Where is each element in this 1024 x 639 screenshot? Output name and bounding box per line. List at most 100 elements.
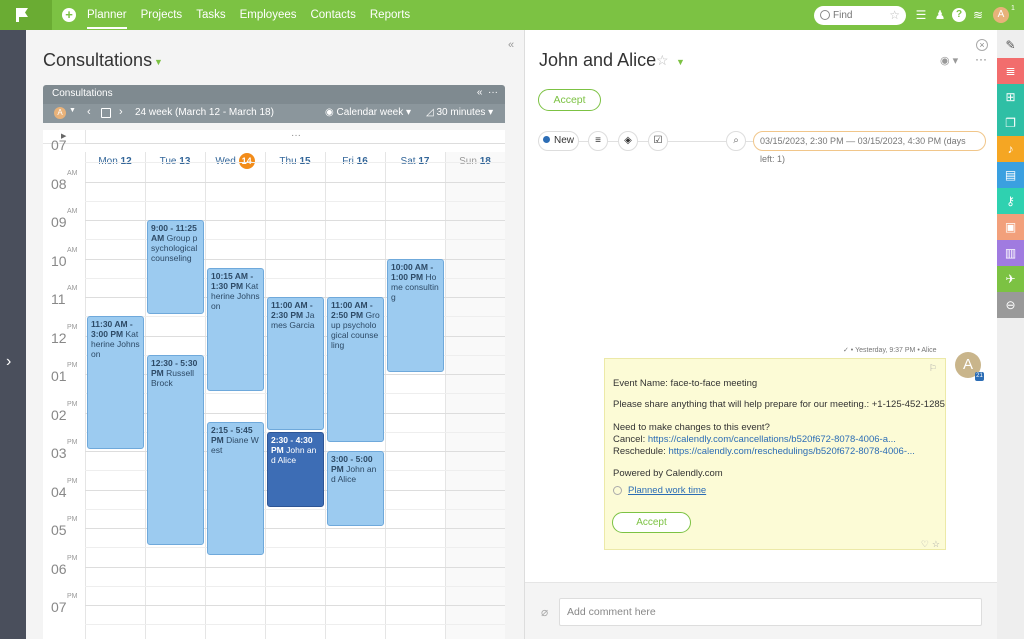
chevron-down-icon[interactable]: ▼ xyxy=(69,107,76,114)
calendar-event[interactable]: 9:00 - 11:25 AM Group psychological coun… xyxy=(147,220,204,315)
calendar-event[interactable]: 10:00 AM - 1:00 PM Home consulting xyxy=(387,258,444,372)
status-bar: New ≡ ◈ ☑ ⌕ 03/15/2023, 2:30 PM — 03/15/… xyxy=(538,131,986,164)
list-icon[interactable]: ≣ xyxy=(997,58,1024,84)
calendar-event[interactable]: 10:15 AM - 1:30 PM Katherine Johnson xyxy=(207,268,264,392)
collapse-panel-icon[interactable]: « xyxy=(508,39,514,51)
chevron-down-icon[interactable]: ▼ xyxy=(154,57,163,67)
hour-label: 03 xyxy=(51,445,67,461)
app-logo[interactable] xyxy=(0,0,52,30)
calendar-grid: ▶ ··· Mon 12Tue 13Wed 14Thu 15Fri 16Sat … xyxy=(43,130,505,639)
day-header[interactable]: Thu 15 xyxy=(265,153,325,175)
planned-work-time-link[interactable]: Planned work time xyxy=(628,485,706,496)
calendar-event[interactable]: 3:00 - 5:00 PM John and Alice xyxy=(327,451,384,526)
comment-changes: Need to make changes to this event? xyxy=(613,422,770,433)
calendar-event[interactable]: 11:00 AM - 2:30 PM James Garcia xyxy=(267,297,324,430)
more-icon[interactable]: ··· xyxy=(975,52,987,66)
hour-label: 02 xyxy=(51,406,67,423)
cancel-link[interactable]: https://calendly.com/cancellations/b520f… xyxy=(648,434,896,445)
find-input[interactable] xyxy=(833,8,885,23)
calendar-header-actions[interactable]: « ··· xyxy=(477,87,498,98)
calendar-event[interactable]: 11:00 AM - 2:50 PM Group psychological c… xyxy=(327,297,384,443)
favorite-star-icon[interactable]: ☆ xyxy=(889,8,900,22)
close-icon[interactable]: × xyxy=(976,39,988,51)
audio-icon[interactable]: ◈ xyxy=(618,131,638,151)
day-header[interactable]: Sun 18 xyxy=(445,153,505,175)
layers-icon[interactable]: ≋ xyxy=(971,8,985,22)
search-icon[interactable]: ⌕ xyxy=(726,131,746,151)
calendar-event[interactable]: 2:30 - 4:30 PM John and Alice xyxy=(267,431,324,507)
ampm-label: PM xyxy=(67,323,78,331)
divider xyxy=(85,130,86,144)
day-header[interactable]: Sat 17 xyxy=(385,153,445,175)
reschedule-link[interactable]: https://calendly.com/reschedulings/b520f… xyxy=(668,446,914,457)
calendar-event[interactable]: 11:30 AM - 3:00 PM Katherine Johnson xyxy=(87,316,144,449)
clipboard-icon[interactable]: ▤ xyxy=(997,162,1024,188)
minus-circle-icon[interactable]: ⊖ xyxy=(997,292,1024,318)
half-hour-line xyxy=(85,547,505,549)
step-label: 30 minutes xyxy=(436,107,486,118)
nav-contacts[interactable]: Contacts xyxy=(303,0,362,30)
status-pill[interactable]: New xyxy=(538,131,579,151)
flag-icon[interactable]: ⚐ xyxy=(929,363,937,374)
files-icon[interactable]: ❐ xyxy=(997,110,1024,136)
key-icon[interactable]: ⚷ xyxy=(997,188,1024,214)
calendar-allday-row: ▶ ··· xyxy=(43,130,505,144)
day-header[interactable]: Wed 14 xyxy=(205,153,265,175)
comment-powered: Powered by Calendly.com xyxy=(613,468,723,479)
hour-label: 07 xyxy=(51,599,67,615)
calendar-icon[interactable] xyxy=(101,108,111,118)
date-range[interactable]: 03/15/2023, 2:30 PM — 03/15/2023, 4:30 P… xyxy=(753,131,986,164)
nav-reports[interactable]: Reports xyxy=(363,0,417,30)
edit-icon[interactable]: ✎ xyxy=(997,32,1024,58)
chart-icon[interactable]: ▥ xyxy=(997,240,1024,266)
top-bar: + Planner Projects Tasks Employees Conta… xyxy=(0,0,1024,30)
nav-projects[interactable]: Projects xyxy=(134,0,190,30)
status-dot-icon xyxy=(542,136,550,143)
more-dots[interactable]: ··· xyxy=(291,130,301,141)
chevron-down-icon[interactable]: ▼ xyxy=(676,57,685,67)
bell-icon[interactable]: ♪ xyxy=(997,136,1024,162)
calendar-title: Consultations xyxy=(52,88,113,99)
hour-line xyxy=(85,605,505,606)
send-icon[interactable]: ✈ xyxy=(997,266,1024,292)
next-week-icon[interactable]: › xyxy=(119,106,123,118)
help-icon[interactable]: ? xyxy=(952,8,966,22)
step-selector[interactable]: ◿ 30 minutes ▾ xyxy=(426,107,493,118)
comment-input[interactable] xyxy=(559,598,982,626)
accept-button[interactable]: Accept xyxy=(538,89,601,111)
day-number: 14 xyxy=(238,153,255,169)
description-icon[interactable]: ≡ xyxy=(588,131,608,151)
calendar-event[interactable]: 2:15 - 5:45 PM Diane West xyxy=(207,422,264,555)
star-icon[interactable]: ☆ xyxy=(932,539,940,550)
sitemap-icon[interactable]: ⊞ xyxy=(997,84,1024,110)
add-icon[interactable]: + xyxy=(62,8,76,22)
ampm-label: AM xyxy=(67,285,78,292)
checklist-icon[interactable]: ☑ xyxy=(648,131,668,151)
half-hour-line xyxy=(85,585,505,587)
menu-icon[interactable]: ☰ xyxy=(914,8,928,22)
eye-icon[interactable]: ◉ ▾ xyxy=(940,54,958,67)
attach-icon[interactable]: ⌀ xyxy=(541,605,548,619)
ampm-label: AM xyxy=(67,169,78,177)
pin-icon[interactable]: ♟ xyxy=(933,8,947,22)
star-icon[interactable]: ☆ xyxy=(656,52,669,69)
calendar-event[interactable]: 12:30 - 5:30 PM Russell Brock xyxy=(147,354,204,546)
nav-employees[interactable]: Employees xyxy=(233,0,304,30)
left-collapse-strip[interactable]: › xyxy=(0,30,26,639)
prev-week-icon[interactable]: ‹ xyxy=(87,106,91,118)
nav-planner[interactable]: Planner xyxy=(80,0,134,30)
user-avatar[interactable]: A xyxy=(993,7,1009,23)
view-selector[interactable]: ◉ Calendar week ▾ xyxy=(325,107,411,118)
page-title[interactable]: Consultations xyxy=(43,50,152,71)
reschedule-label: Reschedule: xyxy=(613,446,669,457)
contact-icon[interactable]: ▣ xyxy=(997,214,1024,240)
nav-tasks[interactable]: Tasks xyxy=(189,0,232,30)
day-header[interactable]: Fri 16 xyxy=(325,153,385,175)
day-header[interactable]: Mon 12 xyxy=(85,153,145,175)
comment-accept-button[interactable]: Accept xyxy=(612,512,691,533)
day-header[interactable]: Tue 13 xyxy=(145,153,205,175)
like-icon[interactable]: ♡ xyxy=(921,539,929,550)
half-hour-line xyxy=(85,162,505,164)
calendar-user-avatar[interactable]: A xyxy=(54,107,66,119)
chevron-right-icon[interactable]: › xyxy=(6,353,11,371)
